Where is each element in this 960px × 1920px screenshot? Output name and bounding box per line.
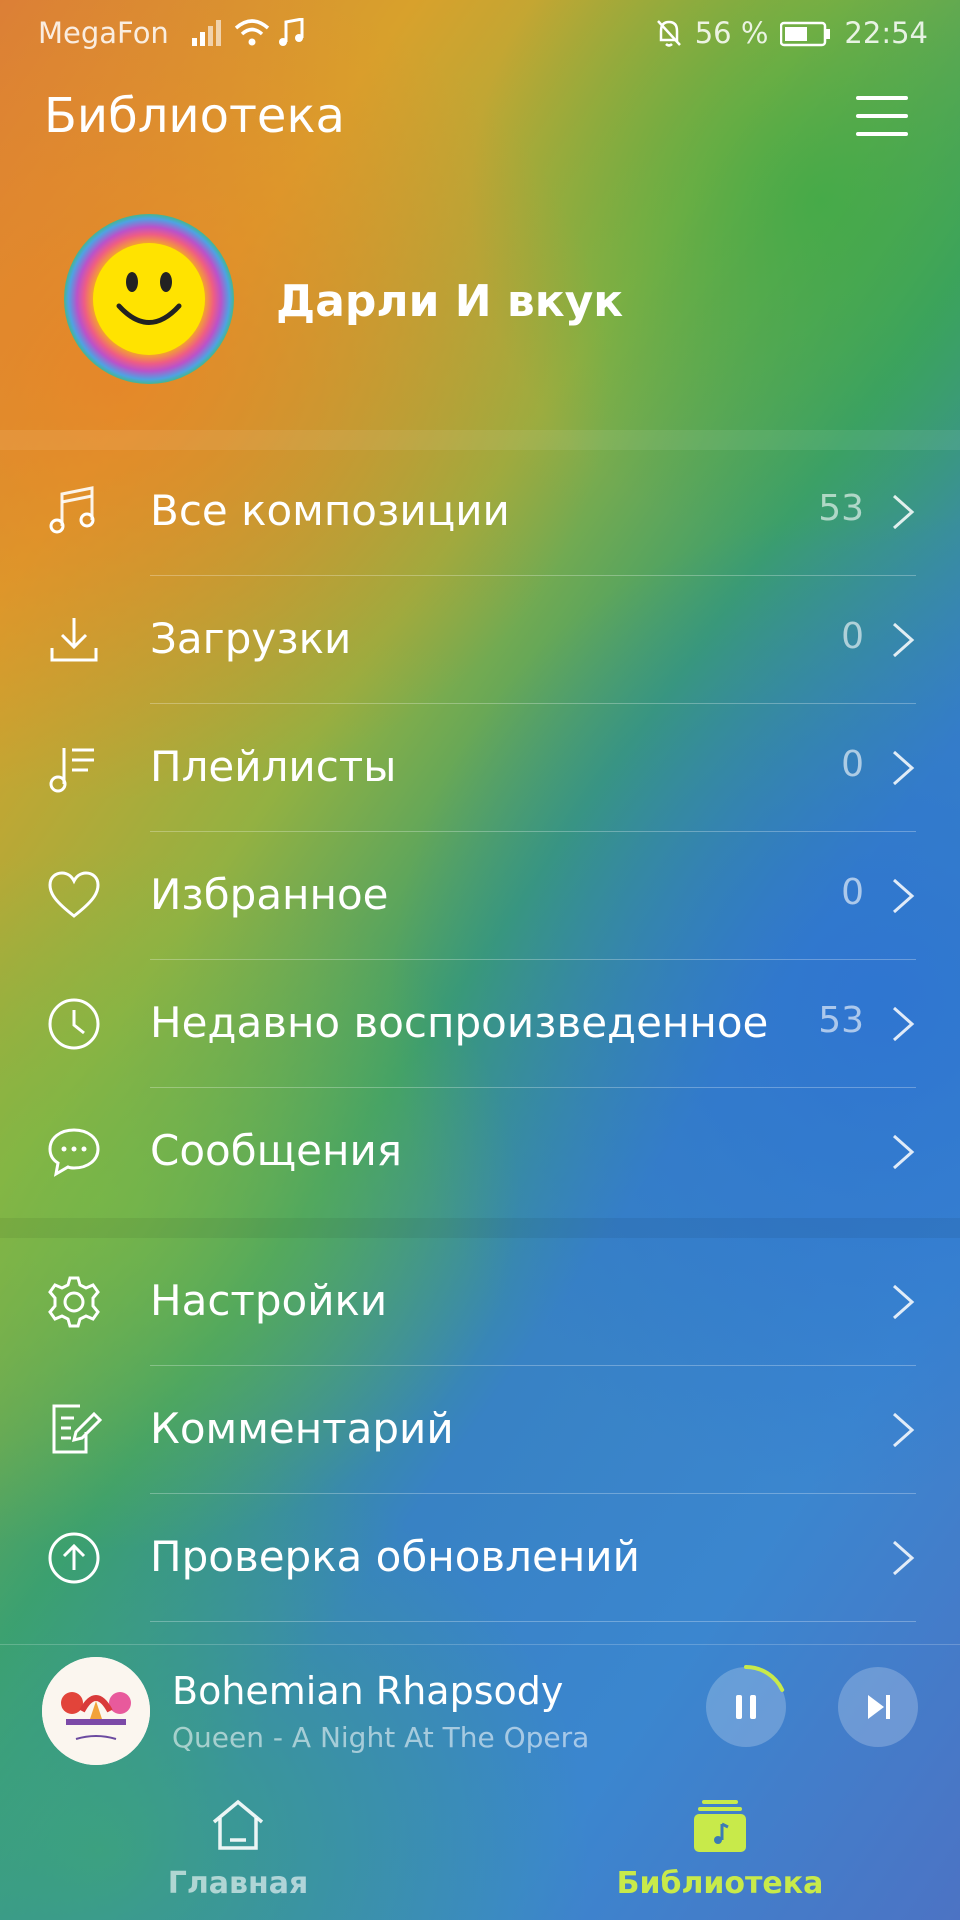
music-notification-icon — [279, 18, 304, 46]
home-icon — [212, 1799, 264, 1850]
avatar[interactable] — [64, 214, 234, 384]
playlist-icon — [49, 748, 94, 793]
list-item-label: Настройки — [150, 1276, 388, 1325]
list-item-count: 0 — [841, 616, 864, 657]
chevron-right-icon — [893, 1284, 915, 1320]
row-divider — [150, 1621, 916, 1622]
next-track-button[interactable] — [838, 1667, 918, 1747]
list-item-label: Все композиции — [150, 486, 510, 535]
song-title: Bohemian Rhapsody — [172, 1669, 564, 1713]
list-item-messages[interactable]: Сообщения — [0, 1088, 960, 1216]
clock-icon — [48, 998, 100, 1050]
battery-percent: 56 % — [694, 16, 769, 50]
list-item-favorites[interactable]: Избранное 0 — [0, 832, 960, 960]
album-cover[interactable] — [42, 1657, 150, 1765]
library-icon — [694, 1800, 746, 1852]
list-item-label: Недавно воспроизведенное — [150, 998, 769, 1047]
chat-icon — [48, 1128, 100, 1177]
chevron-right-icon — [893, 494, 915, 530]
signal-icon — [192, 20, 221, 46]
list-item-feedback[interactable]: Комментарий — [0, 1366, 960, 1494]
list-item-count: 0 — [841, 872, 864, 913]
list-item-label: Загрузки — [150, 614, 352, 663]
carrier-name: MegaFon — [38, 16, 169, 50]
arrow-up-circle-icon — [48, 1532, 100, 1584]
list-item-label: Комментарий — [150, 1404, 454, 1453]
profile-name[interactable]: Дарли И вкук — [276, 276, 623, 327]
chevron-right-icon — [893, 750, 915, 786]
mini-player[interactable]: Bohemian Rhapsody Queen - A Night At The… — [0, 1644, 960, 1771]
song-artist-album: Queen - A Night At The Opera — [172, 1721, 590, 1754]
pause-button[interactable] — [706, 1665, 786, 1747]
pause-icon — [736, 1695, 756, 1719]
battery-icon — [780, 21, 831, 47]
tab-home-label: Главная — [167, 1866, 309, 1901]
section-divider — [0, 430, 960, 450]
gear-icon — [48, 1276, 100, 1328]
edit-note-icon — [52, 1404, 102, 1454]
chevron-right-icon — [893, 1006, 915, 1042]
page-title: Библиотека — [44, 88, 345, 144]
tab-library-label: Библиотека — [616, 1866, 824, 1901]
list-item-label: Сообщения — [150, 1126, 403, 1175]
wifi-icon — [234, 19, 270, 46]
list-item-count: 53 — [818, 488, 864, 529]
chevron-right-icon — [893, 622, 915, 658]
list-item-all-tracks[interactable]: Все композиции 53 — [0, 448, 960, 576]
chevron-right-icon — [893, 878, 915, 914]
album-art-icon — [42, 1657, 150, 1765]
clock-time: 22:54 — [844, 16, 928, 50]
list-item-label: Избранное — [150, 870, 389, 919]
tab-home[interactable]: Главная — [88, 1798, 388, 1901]
section-divider — [0, 1218, 960, 1238]
list-item-recent[interactable]: Недавно воспроизведенное 53 — [0, 960, 960, 1088]
tab-library[interactable]: Библиотека — [570, 1798, 870, 1901]
smiley-face-icon — [93, 243, 205, 355]
bottom-navigation: Главная Библиотека — [0, 1770, 960, 1920]
chevron-right-icon — [893, 1412, 915, 1448]
list-item-downloads[interactable]: Загрузки 0 — [0, 576, 960, 704]
download-icon — [50, 618, 98, 662]
list-item-count: 53 — [818, 1000, 864, 1041]
status-bar: MegaFon 56 % 22:54 — [0, 0, 960, 66]
mute-bell-icon — [656, 20, 681, 47]
list-item-check-updates[interactable]: Проверка обновлений — [0, 1494, 960, 1622]
heart-icon — [48, 871, 100, 918]
list-item-count: 0 — [841, 744, 864, 785]
hamburger-menu-icon[interactable] — [852, 88, 912, 144]
list-item-label: Проверка обновлений — [150, 1532, 640, 1581]
chevron-right-icon — [893, 1134, 915, 1170]
chevron-right-icon — [893, 1540, 915, 1576]
skip-next-icon — [868, 1695, 890, 1719]
list-item-playlists[interactable]: Плейлисты 0 — [0, 704, 960, 832]
music-note-icon — [49, 486, 95, 534]
list-item-settings[interactable]: Настройки — [0, 1238, 960, 1366]
list-item-label: Плейлисты — [150, 742, 397, 791]
